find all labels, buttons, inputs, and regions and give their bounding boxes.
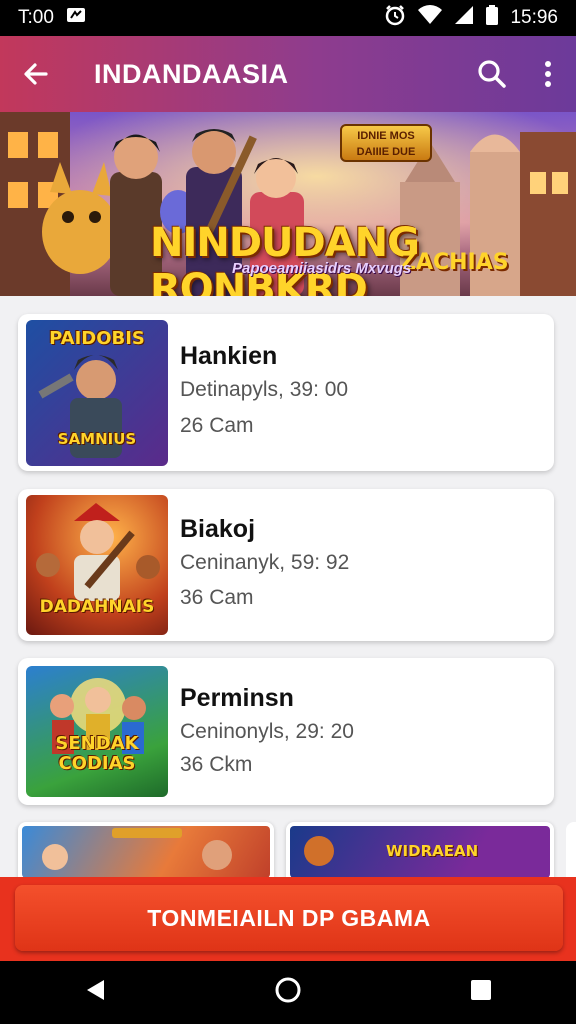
nav-recents-icon[interactable] [470,979,492,1006]
primary-cta-button[interactable]: TONMEIAILN DP GBAMA [15,885,563,951]
mini-game-card-1[interactable] [18,822,274,882]
game-card-3[interactable]: SENDAK CODIAS Perminsn Ceninonyls, 29: 2… [18,658,554,805]
game-info-1: Detinapyls, 39: 00 [180,378,349,401]
game-thumbnail-3: SENDAK CODIAS [26,666,168,797]
game-thumbnail-1: PAIDOBIS SAMNIUS [26,320,168,466]
thumbnail-bottom-text-2: DADAHNAIS [39,597,155,617]
banner-title-text: NINDUDANG RONBKRD [150,220,420,296]
banner-subtitle: Papoeamiiasidrs Mxvugs [232,260,412,277]
system-nav-bar [0,961,576,1024]
status-time-right: 15:96 [510,7,558,28]
status-time-left: T:00 [18,7,54,28]
banner-badge: IDNIE MOS DAIIIE DUE [340,124,432,162]
thumbnail-bottom-text-3: SENDAK CODIAS [55,733,139,774]
thumbnail-bottom-text-1: SAMNIUS [57,430,137,448]
game-meta-1: 26 Cam [180,414,254,437]
mini-card-label-2: WIDRAEAN [386,842,479,860]
game-title-3: Perminsn [180,684,294,712]
page-title: INDANDAASIA [94,58,289,89]
game-info-2: Ceninanyk, 59: 92 [180,551,350,574]
signal-icon [454,5,474,31]
thumbnail-art-3 [50,678,146,754]
mini-game-card-2[interactable]: WIDRAEAN [286,822,554,882]
game-meta-2: 36 Cam [180,586,254,609]
battery-icon [486,5,499,31]
mini-card-character-2 [202,840,232,870]
mini-card-art-1 [22,826,270,878]
game-title-1: Hankien [180,342,278,370]
game-info-3: Ceninonyls, 29: 20 [180,720,354,743]
game-card-1[interactable]: PAIDOBIS SAMNIUS Hankien Detinapyls, 39:… [18,314,554,471]
hero-banner[interactable]: IDNIE MOS DAIIIE DUE NINDUDANG RONBKRD Z… [0,112,576,296]
back-arrow-icon[interactable] [18,56,54,92]
game-title-2: Biakoj [180,515,256,543]
game-thumbnail-2: DADAHNAIS [26,495,168,635]
banner-title-line2: ZACHIAS [400,250,509,275]
banner-title: NINDUDANG RONBKRD [150,220,576,296]
search-icon[interactable] [474,56,510,92]
status-bar: T:00 15:96 [0,0,576,36]
game-card-2[interactable]: DADAHNAIS Biakoj Ceninanyk, 59: 92 36 Ca… [18,489,554,641]
thumbnail-top-text-1: PAIDOBIS [49,328,145,349]
nav-home-icon[interactable] [274,976,302,1009]
mini-card-art-2: WIDRAEAN [290,826,550,878]
notification-icon [66,7,86,29]
more-vert-icon[interactable] [538,56,558,92]
mini-card-edge [566,822,576,882]
nav-back-icon[interactable] [84,978,106,1007]
game-meta-3: 36 Ckm [180,753,253,776]
wifi-icon [418,5,443,31]
mini-card-banner-1 [112,828,182,838]
mini-card-character-3 [304,836,334,866]
app-bar: INDANDAASIA [0,36,576,112]
mini-card-character-1 [42,844,68,870]
alarm-icon [384,4,406,32]
